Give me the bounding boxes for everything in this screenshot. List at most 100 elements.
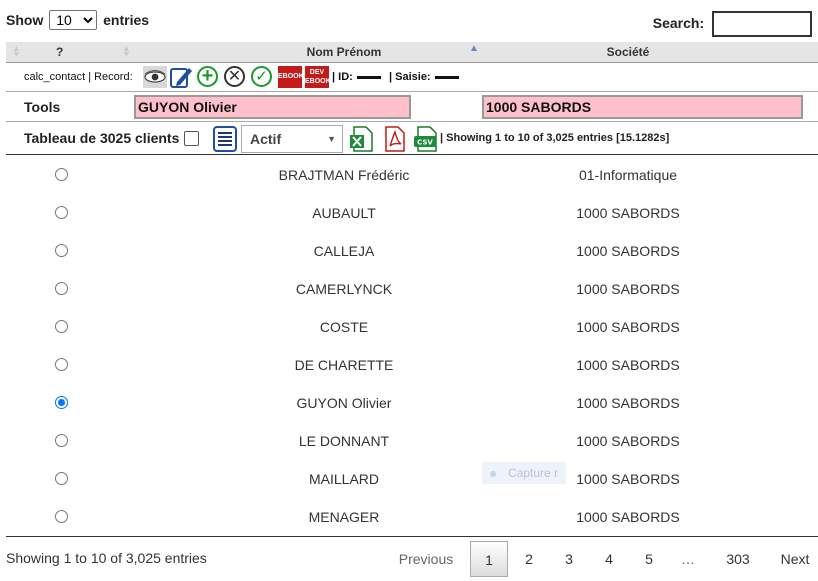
tools-societe-input[interactable]: 1000 SABORDS bbox=[482, 95, 803, 119]
table-row[interactable]: LE DONNANT 1000 SABORDS bbox=[6, 422, 818, 460]
cell-societe: 1000 SABORDS bbox=[576, 509, 680, 525]
table-title: Tableau de 3025 clients bbox=[24, 130, 180, 146]
column-header-name[interactable]: Nom Prénom bbox=[244, 42, 444, 63]
csv-export-icon[interactable]: CSV bbox=[414, 126, 438, 152]
next-button[interactable]: Next bbox=[772, 541, 818, 577]
sort-ascending-icon[interactable]: ▲ bbox=[469, 43, 479, 54]
table-info: | Showing 1 to 10 of 3,025 entries [15.1… bbox=[440, 132, 670, 144]
tools-name-input[interactable]: GUYON Olivier bbox=[134, 95, 411, 119]
status-select-value: Actif bbox=[250, 131, 282, 147]
cell-societe: 1000 SABORDS bbox=[576, 243, 680, 259]
search-box: Search: bbox=[652, 10, 812, 38]
cell-name: CAMERLYNCK bbox=[295, 281, 393, 297]
cell-societe: 1000 SABORDS bbox=[576, 281, 680, 297]
cell-name: GUYON Olivier bbox=[296, 395, 392, 411]
row-select-radio[interactable] bbox=[55, 282, 68, 295]
row-select-radio[interactable] bbox=[55, 434, 68, 447]
page-2-button[interactable]: 2 bbox=[510, 541, 548, 577]
cell-name: COSTE bbox=[319, 319, 369, 335]
edit-icon[interactable] bbox=[169, 65, 193, 89]
capture-dot-icon bbox=[490, 470, 496, 477]
table-toolbar: Tableau de 3025 clients Actif ▼ CSV | Sh… bbox=[6, 123, 818, 155]
dev-ebook-label-top: DEV bbox=[309, 69, 325, 76]
row-select-radio[interactable] bbox=[55, 472, 68, 485]
cell-societe: 1000 SABORDS bbox=[576, 205, 680, 221]
ebook-icon[interactable]: EBOOK bbox=[278, 66, 304, 88]
table-row[interactable]: DE CHARETTE 1000 SABORDS bbox=[6, 346, 818, 384]
cell-name: CALLEJA bbox=[313, 243, 375, 259]
footer-info: Showing 1 to 10 of 3,025 entries bbox=[6, 550, 207, 566]
chevron-down-icon: ▼ bbox=[327, 134, 336, 144]
tools-row: Tools GUYON Olivier 1000 SABORDS bbox=[6, 93, 818, 122]
add-icon[interactable]: + bbox=[197, 66, 218, 87]
tools-label: Tools bbox=[24, 99, 61, 115]
table-row[interactable]: CALLEJA 1000 SABORDS bbox=[6, 232, 818, 270]
cell-societe: 1000 SABORDS bbox=[576, 319, 680, 335]
row-select-radio[interactable] bbox=[55, 510, 68, 523]
cell-name: BRAJTMAN Frédéric bbox=[278, 167, 410, 183]
saisie-label: | Saisie: bbox=[389, 71, 431, 83]
row-select-radio[interactable] bbox=[55, 206, 68, 219]
select-all-checkbox[interactable] bbox=[184, 131, 199, 146]
show-label: Show bbox=[6, 12, 44, 28]
status-select[interactable]: Actif ▼ bbox=[241, 125, 343, 153]
table-row[interactable]: BRAJTMAN Frédéric 01-Informatique bbox=[6, 156, 818, 194]
redacted-saisie bbox=[434, 75, 459, 79]
list-icon[interactable] bbox=[213, 126, 237, 152]
sort-both-icon[interactable]: ▲ ▼ bbox=[12, 44, 21, 59]
row-select-radio[interactable] bbox=[55, 396, 68, 409]
record-saisie: | Saisie: bbox=[389, 71, 463, 83]
cell-name: MAILLARD bbox=[308, 471, 380, 487]
pdf-export-icon[interactable] bbox=[382, 126, 406, 152]
redacted-id bbox=[356, 75, 381, 79]
table-row[interactable]: GUYON Olivier 1000 SABORDS bbox=[6, 384, 818, 422]
row-select-radio[interactable] bbox=[55, 244, 68, 257]
search-input[interactable] bbox=[712, 11, 812, 38]
row-select-radio[interactable] bbox=[55, 358, 68, 371]
eye-icon[interactable] bbox=[143, 66, 167, 88]
excel-export-icon[interactable] bbox=[350, 126, 374, 152]
entries-select[interactable]: 10 bbox=[49, 10, 98, 30]
table-row[interactable]: COSTE 1000 SABORDS bbox=[6, 308, 818, 346]
capture-tooltip: Capture r bbox=[482, 462, 566, 484]
cell-name: MENAGER bbox=[308, 509, 380, 525]
column-header-select[interactable]: ? bbox=[56, 42, 63, 63]
entries-label: entries bbox=[103, 12, 150, 28]
dev-ebook-icon[interactable]: DEV EBOOK bbox=[305, 66, 331, 88]
cell-societe: 01-Informatique bbox=[578, 167, 678, 183]
table-row[interactable]: AUBAULT 1000 SABORDS bbox=[6, 194, 818, 232]
table-row[interactable]: MENAGER 1000 SABORDS bbox=[6, 498, 818, 536]
ebook-icon-label: EBOOK bbox=[278, 73, 304, 80]
table-body: BRAJTMAN Frédéric 01-Informatique AUBAULT 1… bbox=[6, 156, 818, 536]
cell-societe: 1000 SABORDS bbox=[576, 395, 680, 411]
sort-both-icon[interactable]: ▲ ▼ bbox=[122, 44, 131, 59]
cell-name: AUBAULT bbox=[312, 205, 376, 221]
page-last-button[interactable]: 303 bbox=[712, 541, 764, 577]
capture-tooltip-text: Capture r bbox=[508, 466, 559, 480]
cell-societe: 1000 SABORDS bbox=[576, 357, 680, 373]
table-bottom-border bbox=[6, 536, 818, 537]
validate-icon[interactable]: ✓ bbox=[251, 66, 272, 87]
table-header: ▲ ▼ ? ▲ ▼ Nom Prénom ▲ Société bbox=[6, 42, 818, 63]
row-select-radio[interactable] bbox=[55, 168, 68, 181]
pagination: Previous 1 2 3 4 5 … 303 Next bbox=[388, 541, 818, 577]
table-controls: Show 10 entries Search: bbox=[6, 10, 812, 38]
page-1-button[interactable]: 1 bbox=[470, 541, 508, 577]
delete-icon[interactable]: ✕ bbox=[224, 66, 245, 87]
previous-button[interactable]: Previous bbox=[388, 541, 464, 577]
cell-name: DE CHARETTE bbox=[294, 357, 394, 373]
svg-text:CSV: CSV bbox=[417, 139, 433, 147]
search-label: Search: bbox=[652, 15, 705, 31]
page-5-button[interactable]: 5 bbox=[630, 541, 668, 577]
record-label: calc_contact | Record: bbox=[24, 71, 133, 83]
cell-name: LE DONNANT bbox=[298, 433, 390, 449]
column-header-societe[interactable]: Société bbox=[528, 42, 728, 63]
table-row[interactable]: CAMERLYNCK 1000 SABORDS bbox=[6, 270, 818, 308]
page-3-button[interactable]: 3 bbox=[550, 541, 588, 577]
table-row[interactable]: MAILLARD 1000 SABORDS bbox=[6, 460, 818, 498]
row-select-radio[interactable] bbox=[55, 320, 68, 333]
cell-societe: 1000 SABORDS bbox=[576, 433, 680, 449]
page-4-button[interactable]: 4 bbox=[590, 541, 628, 577]
record-toolbar: calc_contact | Record: + ✕ ✓ EBOOK DEV EB… bbox=[6, 63, 818, 92]
id-label: | ID: bbox=[332, 71, 353, 83]
